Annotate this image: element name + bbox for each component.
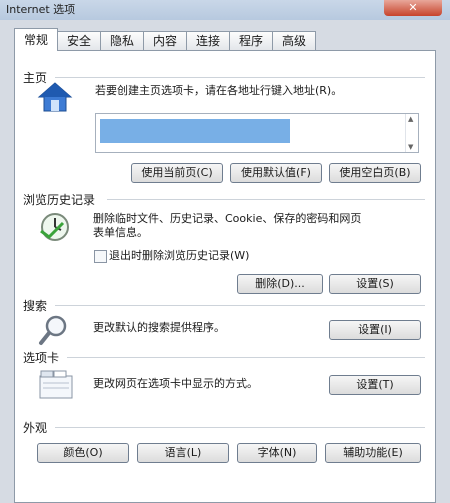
- fonts-button[interactable]: 字体(N): [237, 443, 317, 463]
- delete-history-button[interactable]: 删除(D)...: [237, 274, 323, 294]
- tab-general[interactable]: 常规: [14, 28, 58, 51]
- appearance-section-title: 外观: [23, 421, 48, 435]
- history-section-title: 浏览历史记录: [23, 193, 96, 207]
- tabs-description: 更改网页在选项卡中显示的方式。: [93, 377, 258, 390]
- tab-programs[interactable]: 程序: [229, 31, 273, 50]
- divider: [55, 77, 425, 78]
- divider: [55, 427, 425, 428]
- search-section-title: 搜索: [23, 299, 48, 313]
- tabs-section-title: 选项卡: [23, 351, 60, 365]
- general-panel: 主页 若要创建主页选项卡，请在各地址行键入地址(R)。 ▲ ▼ 使用当前页(C)…: [14, 50, 436, 503]
- tab-content[interactable]: 内容: [143, 31, 187, 50]
- tab-security[interactable]: 安全: [57, 31, 101, 50]
- magnifier-icon: [37, 313, 71, 350]
- delete-on-exit-label: 退出时删除浏览历史记录(W): [109, 249, 250, 262]
- home-page-address-box[interactable]: ▲ ▼: [95, 113, 419, 153]
- home-description: 若要创建主页选项卡，请在各地址行键入地址(R)。: [95, 84, 343, 97]
- search-description: 更改默认的搜索提供程序。: [93, 321, 225, 334]
- tabs-settings-button[interactable]: 设置(T): [329, 375, 421, 395]
- history-description-line2: 表单信息。: [93, 226, 148, 239]
- window-title: Internet 选项: [6, 3, 76, 16]
- delete-on-exit-checkbox[interactable]: [94, 250, 107, 263]
- scroll-up-icon[interactable]: ▲: [408, 115, 413, 123]
- history-description-line1: 删除临时文件、历史记录、Cookie、保存的密码和网页: [93, 212, 362, 225]
- colors-button[interactable]: 颜色(O): [37, 443, 129, 463]
- title-bar: Internet 选项 ✕: [0, 0, 450, 20]
- home-page-address-redacted: [100, 119, 290, 143]
- scrollbar[interactable]: ▲ ▼: [405, 114, 418, 152]
- divider: [55, 305, 425, 306]
- languages-button[interactable]: 语言(L): [137, 443, 229, 463]
- scroll-down-icon[interactable]: ▼: [408, 143, 413, 151]
- close-button[interactable]: ✕: [384, 0, 442, 16]
- accessibility-button[interactable]: 辅助功能(E): [325, 443, 421, 463]
- use-default-button[interactable]: 使用默认值(F): [230, 163, 322, 183]
- use-current-button[interactable]: 使用当前页(C): [131, 163, 223, 183]
- search-settings-button[interactable]: 设置(I): [329, 320, 421, 340]
- tabbed-window-icon: [39, 369, 73, 402]
- clock-icon: [39, 211, 71, 246]
- history-settings-button[interactable]: 设置(S): [329, 274, 421, 294]
- tab-privacy[interactable]: 隐私: [100, 31, 144, 50]
- tab-connections[interactable]: 连接: [186, 31, 230, 50]
- divider: [67, 357, 425, 358]
- divider: [107, 199, 425, 200]
- tab-advanced[interactable]: 高级: [272, 31, 316, 50]
- use-blank-button[interactable]: 使用空白页(B): [329, 163, 421, 183]
- house-icon: [37, 81, 73, 116]
- watermark-overlay: [241, 482, 431, 500]
